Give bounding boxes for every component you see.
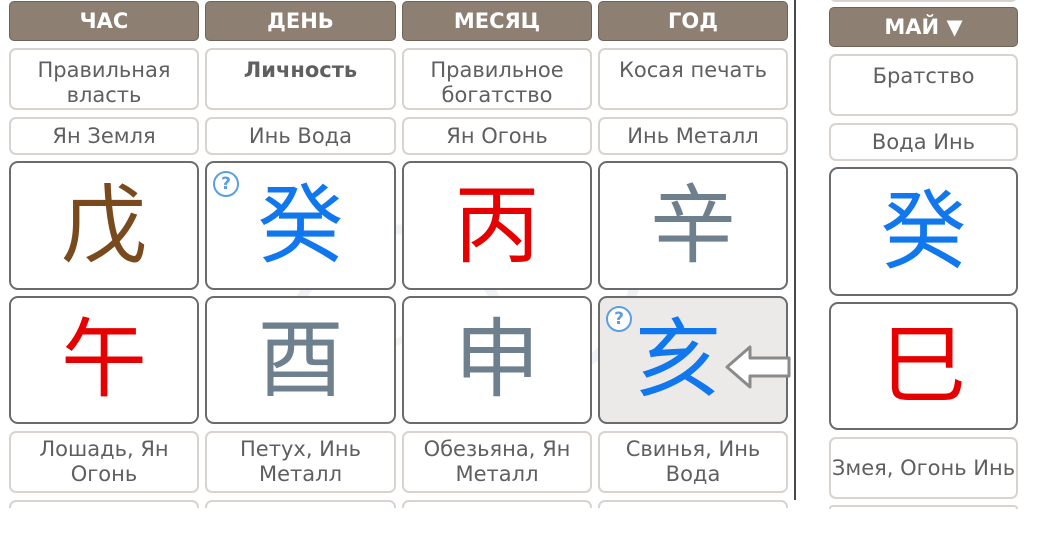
- ten-god-luck: Братство: [829, 54, 1018, 116]
- stem-element-luck: Вода Инь: [829, 123, 1018, 161]
- column-header-year: ГОД: [598, 1, 788, 41]
- stem-element-month: Ян Огонь: [402, 117, 592, 155]
- column-header-month: МЕСЯЦ: [402, 1, 592, 41]
- branch-cell-month[interactable]: 申: [402, 296, 592, 424]
- ten-god-hour: Правильная власть: [9, 48, 199, 110]
- branch-desc-hour: Лошадь, Ян Огонь: [9, 431, 199, 493]
- next-row-stub: [598, 500, 788, 508]
- stem-cell-day[interactable]: ? 癸: [205, 161, 396, 290]
- ten-god-day: Личность: [205, 48, 396, 110]
- stem-char-month: 丙: [454, 175, 540, 276]
- month-select-button[interactable]: МАЙ ▼: [829, 7, 1018, 47]
- branch-desc-luck: Змея, Огонь Инь: [829, 437, 1018, 499]
- next-row-stub: [9, 500, 199, 508]
- branch-desc-month: Обезьяна, Ян Металл: [402, 431, 592, 493]
- stem-char-luck: 癸: [880, 181, 967, 282]
- next-row-stub: [205, 500, 396, 508]
- branch-char-day: 酉: [257, 310, 344, 410]
- stem-cell-month[interactable]: 丙: [402, 161, 592, 290]
- column-header-day: ДЕНЬ: [205, 1, 396, 41]
- question-circle-icon[interactable]: ?: [213, 171, 239, 197]
- stem-element-year: Инь Металл: [598, 117, 788, 155]
- branch-char-luck: 巳: [880, 316, 967, 416]
- branch-cell-luck[interactable]: 巳: [829, 302, 1018, 430]
- stem-element-day: Инь Вода: [205, 117, 396, 155]
- stem-char-hour: 戊: [61, 175, 147, 276]
- branch-char-year: 亥: [635, 310, 721, 410]
- column-header-hour: ЧАС: [9, 1, 199, 41]
- next-row-stub: [829, 505, 1018, 509]
- stem-cell-luck[interactable]: 癸: [829, 167, 1018, 296]
- ten-god-year: Косая печать: [598, 48, 788, 110]
- branch-desc-day: Петух, Инь Металл: [205, 431, 396, 493]
- question-circle-icon[interactable]: ?: [606, 306, 632, 332]
- stem-cell-hour[interactable]: 戊: [9, 161, 199, 290]
- prev-row-stub: [829, 0, 1018, 2]
- branch-cell-day[interactable]: 酉: [205, 296, 396, 424]
- stem-char-day: 癸: [257, 175, 344, 276]
- branch-cell-hour[interactable]: 午: [9, 296, 199, 424]
- arrow-left-outline-icon: [725, 345, 791, 389]
- stem-cell-year[interactable]: 辛: [598, 161, 788, 290]
- branch-desc-year: Свинья, Инь Вода: [598, 431, 788, 493]
- branch-char-month: 申: [454, 310, 540, 410]
- next-row-stub: [402, 500, 592, 508]
- column-separator: [794, 0, 796, 500]
- ten-god-month: Правильное богатство: [402, 48, 592, 110]
- stem-element-hour: Ян Земля: [9, 117, 199, 155]
- branch-char-hour: 午: [61, 310, 147, 410]
- stem-char-year: 辛: [650, 175, 736, 276]
